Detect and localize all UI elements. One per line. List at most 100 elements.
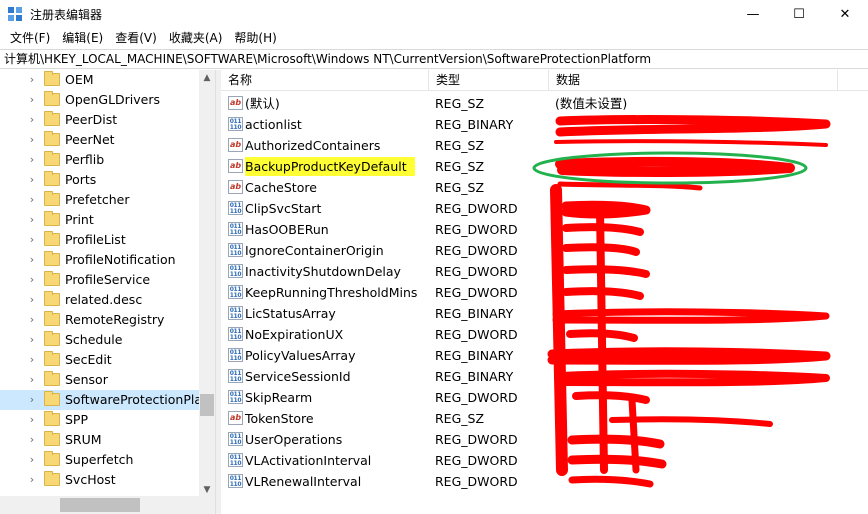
column-header-name[interactable]: 名称	[221, 70, 429, 91]
folder-icon	[44, 131, 60, 146]
tree-item[interactable]: › Print	[0, 210, 200, 230]
tree-item[interactable]: › OEM	[0, 70, 200, 90]
expand-chevron-icon[interactable]: ›	[27, 473, 37, 486]
tree-item-label: SvcHost	[65, 472, 116, 487]
value-name: LicStatusArray	[245, 306, 336, 321]
scroll-up-arrow-icon[interactable]: ▲	[199, 70, 215, 86]
value-list[interactable]: 名称 类型 数据 ab (默认) REG_SZ (数值未设置) 011 110 actio…	[221, 70, 868, 514]
expand-chevron-icon[interactable]: ›	[27, 113, 37, 126]
value-type: REG_DWORD	[435, 285, 518, 300]
folder-icon	[44, 371, 60, 386]
expand-chevron-icon[interactable]: ›	[27, 193, 37, 206]
expand-chevron-icon[interactable]: ›	[27, 173, 37, 186]
value-row[interactable]: 011 110 InactivityShutdownDelay REG_DWORD	[221, 261, 868, 282]
value-row[interactable]: 011 110 actionlist REG_BINARY	[221, 114, 868, 135]
tree-item[interactable]: › PeerDist	[0, 110, 200, 130]
value-row[interactable]: ab (默认) REG_SZ (数值未设置)	[221, 93, 868, 114]
expand-chevron-icon[interactable]: ›	[27, 393, 37, 406]
expand-chevron-icon[interactable]: ›	[27, 453, 37, 466]
menu-favorites[interactable]: 收藏夹(A)	[163, 28, 229, 48]
value-row[interactable]: 011 110 ClipSvcStart REG_DWORD	[221, 198, 868, 219]
tree-item[interactable]: › related.desc	[0, 290, 200, 310]
value-type: REG_SZ	[435, 138, 485, 153]
list-header: 名称 类型 数据	[221, 70, 868, 91]
minimize-button[interactable]: —	[730, 0, 776, 28]
tree-item[interactable]: › ProfileService	[0, 270, 200, 290]
tree-item[interactable]: › PeerNet	[0, 130, 200, 150]
expand-chevron-icon[interactable]: ›	[27, 373, 37, 386]
value-row[interactable]: ab TokenStore REG_SZ	[221, 408, 868, 429]
value-row[interactable]: 011 110 IgnoreContainerOrigin REG_DWORD	[221, 240, 868, 261]
key-tree[interactable]: › OEM › OpenGLDrivers › PeerDist › PeerNet › Perf…	[0, 70, 215, 514]
value-row[interactable]: 011 110 VLActivationInterval REG_DWORD	[221, 450, 868, 471]
expand-chevron-icon[interactable]: ›	[27, 133, 37, 146]
menu-file[interactable]: 文件(F)	[4, 28, 56, 48]
tree-item[interactable]: › SvcHost	[0, 470, 200, 490]
expand-chevron-icon[interactable]: ›	[27, 353, 37, 366]
close-button[interactable]: ✕	[822, 0, 868, 28]
tree-item[interactable]: › ProfileNotification	[0, 250, 200, 270]
tree-item[interactable]: › Superfetch	[0, 450, 200, 470]
expand-chevron-icon[interactable]: ›	[27, 273, 37, 286]
value-row[interactable]: ab BackupProductKeyDefault REG_SZ	[221, 156, 868, 177]
tree-item[interactable]: › Ports	[0, 170, 200, 190]
tree-item[interactable]: › Perflib	[0, 150, 200, 170]
folder-icon	[44, 391, 60, 406]
folder-icon	[44, 231, 60, 246]
value-row[interactable]: 011 110 UserOperations REG_DWORD	[221, 429, 868, 450]
tree-vertical-scrollbar[interactable]: ▲ ▼	[199, 70, 215, 514]
registry-editor-icon	[8, 7, 22, 21]
hscroll-thumb[interactable]	[60, 498, 140, 512]
menu-edit[interactable]: 编辑(E)	[56, 28, 109, 48]
tree-item[interactable]: › SoftwareProtectionPlatf	[0, 390, 211, 410]
expand-chevron-icon[interactable]: ›	[27, 153, 37, 166]
scroll-thumb[interactable]	[200, 394, 214, 416]
menu-view[interactable]: 查看(V)	[109, 28, 163, 48]
tree-item[interactable]: › Schedule	[0, 330, 200, 350]
column-header-data[interactable]: 数据	[549, 70, 838, 91]
expand-chevron-icon[interactable]: ›	[27, 433, 37, 446]
value-row[interactable]: 011 110 LicStatusArray REG_BINARY	[221, 303, 868, 324]
tree-item-label: Print	[65, 212, 94, 227]
expand-chevron-icon[interactable]: ›	[27, 313, 37, 326]
binary-value-icon: 011 110	[228, 285, 243, 299]
folder-icon	[44, 451, 60, 466]
tree-item-label: SRUM	[65, 432, 102, 447]
value-row[interactable]: 011 110 SkipRearm REG_DWORD	[221, 387, 868, 408]
tree-item[interactable]: › SPP	[0, 410, 200, 430]
binary-value-icon: 011 110	[228, 201, 243, 215]
tree-item[interactable]: › SRUM	[0, 430, 200, 450]
tree-item[interactable]: › SecEdit	[0, 350, 200, 370]
expand-chevron-icon[interactable]: ›	[27, 93, 37, 106]
value-type: REG_SZ	[435, 411, 485, 426]
value-row[interactable]: 011 110 KeepRunningThresholdMins REG_DWORD	[221, 282, 868, 303]
expand-chevron-icon[interactable]: ›	[27, 253, 37, 266]
tree-item[interactable]: › Prefetcher	[0, 190, 200, 210]
tree-item-label: ProfileService	[65, 272, 151, 287]
value-row[interactable]: 011 110 PolicyValuesArray REG_BINARY	[221, 345, 868, 366]
value-row[interactable]: 011 110 ServiceSessionId REG_BINARY	[221, 366, 868, 387]
column-header-type[interactable]: 类型	[429, 70, 549, 91]
tree-item[interactable]: › Sensor	[0, 370, 200, 390]
tree-item[interactable]: › OpenGLDrivers	[0, 90, 200, 110]
value-row[interactable]: 011 110 HasOOBERun REG_DWORD	[221, 219, 868, 240]
expand-chevron-icon[interactable]: ›	[27, 333, 37, 346]
value-type: REG_BINARY	[435, 369, 514, 384]
maximize-button[interactable]: ☐	[776, 0, 822, 28]
tree-item[interactable]: › ProfileList	[0, 230, 200, 250]
expand-chevron-icon[interactable]: ›	[27, 73, 37, 86]
value-row[interactable]: 011 110 NoExpirationUX REG_DWORD	[221, 324, 868, 345]
value-name: KeepRunningThresholdMins	[245, 285, 418, 300]
address-bar[interactable]: 计算机\HKEY_LOCAL_MACHINE\SOFTWARE\Microsof…	[0, 49, 868, 69]
expand-chevron-icon[interactable]: ›	[27, 233, 37, 246]
tree-horizontal-scrollbar[interactable]	[0, 496, 215, 514]
expand-chevron-icon[interactable]: ›	[27, 213, 37, 226]
menu-help[interactable]: 帮助(H)	[228, 28, 282, 48]
value-row[interactable]: ab CacheStore REG_SZ	[221, 177, 868, 198]
value-row[interactable]: ab AuthorizedContainers REG_SZ	[221, 135, 868, 156]
expand-chevron-icon[interactable]: ›	[27, 413, 37, 426]
tree-item[interactable]: › RemoteRegistry	[0, 310, 200, 330]
value-row[interactable]: 011 110 VLRenewalInterval REG_DWORD	[221, 471, 868, 492]
folder-icon	[44, 251, 60, 266]
expand-chevron-icon[interactable]: ›	[27, 293, 37, 306]
